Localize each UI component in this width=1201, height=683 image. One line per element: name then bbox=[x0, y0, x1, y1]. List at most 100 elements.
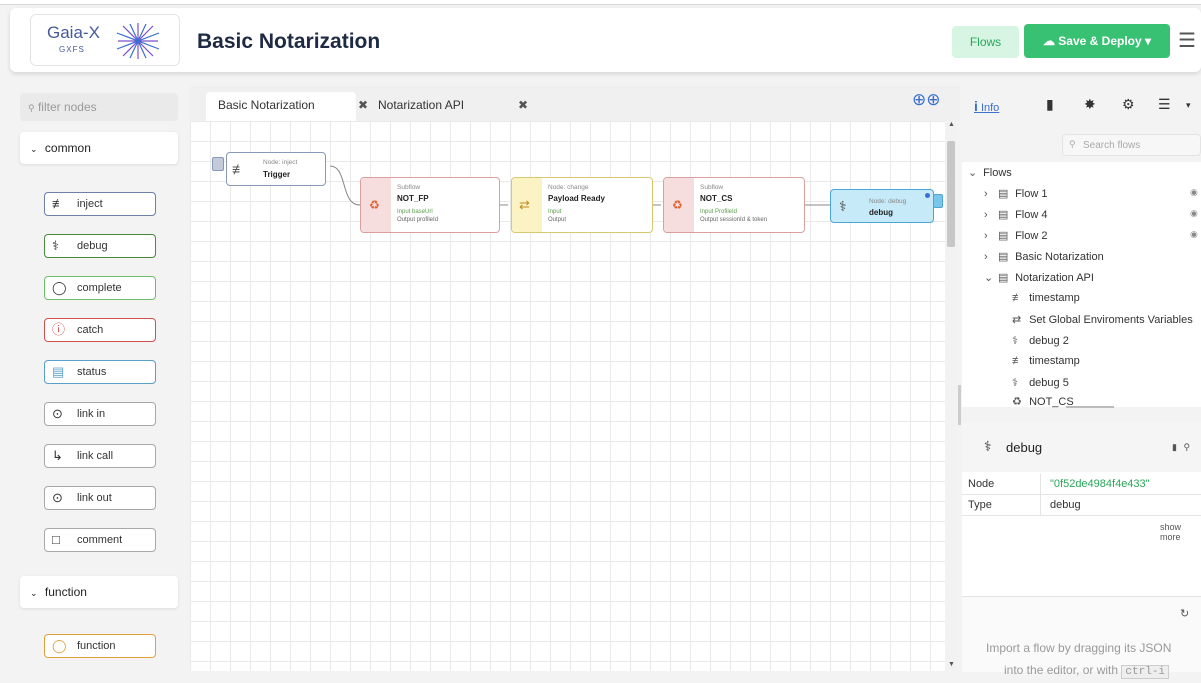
tree-item-flow[interactable]: › ▤ Flow 2 ◉ bbox=[984, 229, 1201, 242]
palette-node-label: comment bbox=[77, 534, 123, 546]
palette-node-label: link out bbox=[77, 492, 112, 504]
inject-icon: ≢ bbox=[52, 196, 65, 211]
inject-icon: ≢ bbox=[1012, 292, 1023, 304]
change-icon: ⇄ bbox=[1012, 314, 1022, 326]
tree-item-flow[interactable]: › ▤ Basic Notarization bbox=[984, 250, 1104, 263]
page-title: Basic Notarization bbox=[197, 30, 381, 53]
gaia-x-logo[interactable]: Gaia-X GXFS bbox=[30, 14, 180, 66]
hidden-eye-icon[interactable]: ◉ bbox=[1190, 208, 1198, 219]
palette-node-inject[interactable]: ≢ inject bbox=[44, 192, 156, 216]
flow-node-not-fp[interactable]: ♻ Subflow NOT_FP Input baseUrl Output pr… bbox=[360, 177, 500, 233]
workspace-tabs: Basic Notarization ✖ Notarization API ✖ … bbox=[190, 86, 960, 121]
node-name: Trigger bbox=[263, 170, 291, 179]
category-function[interactable]: ⌄ function bbox=[20, 576, 178, 608]
palette-node-label: link call bbox=[77, 450, 114, 462]
property-key: Type bbox=[968, 499, 992, 511]
palette-node-function[interactable]: ◯ function bbox=[44, 634, 156, 658]
flow-node-payload-ready[interactable]: ⇄ Node: change Payload Ready Input Outpu… bbox=[511, 177, 653, 233]
tree-child-node[interactable]: ⇄ Set Global Enviroments Variables bbox=[1012, 313, 1193, 326]
book-icon[interactable]: ▮ bbox=[1172, 442, 1177, 452]
flow-node-trigger[interactable]: ≢ Node: inject Trigger bbox=[226, 152, 326, 186]
node-output-label: Output profileId bbox=[397, 217, 439, 223]
flow-list-icon[interactable]: ⊕ bbox=[926, 90, 940, 109]
palette-node-catch[interactable]: ⓘ catch bbox=[44, 318, 156, 342]
palette-node-label: debug bbox=[77, 240, 108, 252]
tab-info[interactable]: i Info bbox=[974, 98, 999, 114]
debug-toggle-button[interactable] bbox=[933, 194, 943, 208]
inject-button[interactable] bbox=[212, 157, 224, 171]
bug-icon[interactable]: ✸ bbox=[1084, 96, 1096, 113]
search-placeholder: Search flows bbox=[1083, 140, 1141, 151]
show-more-link[interactable]: show more bbox=[1160, 522, 1201, 542]
canvas-vertical-scrollbar[interactable]: ▲ ▼ bbox=[945, 121, 957, 671]
node-kind: Node: inject bbox=[263, 159, 298, 166]
node-properties-table: Node "0f52de4984f4e433" Type debug bbox=[962, 474, 1201, 516]
tree-child-node[interactable]: ⚕ debug 2 bbox=[1012, 334, 1069, 347]
search-flows-input[interactable]: ⚲ Search flows bbox=[1062, 134, 1201, 156]
category-common[interactable]: ⌄ common bbox=[20, 132, 178, 164]
filter-nodes-input[interactable]: ⚲ filter nodes bbox=[20, 93, 178, 121]
tree-root-flows[interactable]: ⌄ Flows bbox=[968, 166, 1012, 179]
scroll-thumb[interactable] bbox=[947, 141, 955, 247]
tree-scrollbar[interactable] bbox=[1066, 406, 1114, 408]
hidden-eye-icon[interactable]: ◉ bbox=[1190, 187, 1198, 198]
palette-node-comment[interactable]: □ comment bbox=[44, 528, 156, 552]
sidebar-splitter[interactable] bbox=[958, 385, 961, 425]
flows-tree: ⌄ Flows › ▤ Flow 1 ◉ › ▤ Flow 4 ◉ › ▤ Flow … bbox=[962, 162, 1201, 408]
tab-tools: ⊕⊕ bbox=[912, 90, 941, 110]
tree-child-node[interactable]: ≢ timestamp bbox=[1012, 355, 1080, 367]
tab-basic-notarization[interactable]: Basic Notarization ✖ bbox=[206, 92, 368, 121]
tree-child-label: timestamp bbox=[1029, 355, 1080, 367]
tree-item-flow[interactable]: ⌄ ▤ Notarization API bbox=[984, 271, 1094, 284]
flows-button[interactable]: Flows bbox=[952, 26, 1019, 58]
flow-node-debug[interactable]: ⚕ Node: debug debug bbox=[830, 189, 934, 223]
chevron-right-icon: › bbox=[984, 251, 988, 263]
cloud-upload-icon: ☁ bbox=[1042, 34, 1055, 48]
tree-item-flow[interactable]: › ▤ Flow 1 ◉ bbox=[984, 187, 1201, 200]
subflow-icon: ♻ bbox=[369, 198, 380, 212]
save-deploy-button[interactable]: ☁ Save & Deploy ▾ bbox=[1024, 24, 1170, 58]
node-input-label: Input baseUrl bbox=[397, 209, 433, 215]
node-kind: Subflow bbox=[397, 184, 421, 191]
palette-node-link-call[interactable]: ↳ link call bbox=[44, 444, 156, 468]
node-info-title: debug bbox=[1006, 440, 1043, 455]
scroll-up-icon[interactable]: ▲ bbox=[948, 121, 955, 128]
close-icon[interactable]: ✖ bbox=[518, 98, 528, 112]
palette-node-complete[interactable]: ◯ complete bbox=[44, 276, 156, 300]
palette-node-debug[interactable]: ⚕ debug bbox=[44, 234, 156, 258]
refresh-icon[interactable]: ↻ bbox=[1180, 607, 1189, 620]
chevron-right-icon: › bbox=[984, 209, 988, 221]
tab-notarization-api[interactable]: Notarization API ✖ bbox=[366, 92, 528, 121]
palette-node-status[interactable]: ▤ status bbox=[44, 360, 156, 384]
tree-item-flow[interactable]: › ▤ Flow 4 ◉ bbox=[984, 208, 1201, 221]
add-flow-icon[interactable]: ⊕ bbox=[912, 90, 926, 109]
app-header: Gaia-X GXFS Basic Notarization Flows ☁ S… bbox=[10, 8, 1201, 72]
logo-star-icon bbox=[116, 23, 160, 59]
flow-icon: ▤ bbox=[998, 209, 1009, 221]
chevron-down-icon[interactable]: ▾ bbox=[1186, 100, 1191, 111]
search-icon: ⚲ bbox=[28, 103, 35, 113]
search-icon[interactable]: ⚲ bbox=[1183, 442, 1190, 452]
scroll-down-icon[interactable]: ▼ bbox=[948, 661, 955, 668]
window-top-border bbox=[0, 0, 1201, 5]
flow-node-not-cs[interactable]: ♻ Subflow NOT_CS Input ProfileId Output … bbox=[663, 177, 805, 233]
tree-child-node[interactable]: ≢ timestamp bbox=[1012, 292, 1080, 304]
palette-node-label: link in bbox=[77, 408, 106, 420]
hidden-eye-icon[interactable]: ◉ bbox=[1190, 229, 1198, 240]
database-icon[interactable]: ☰ bbox=[1158, 96, 1171, 113]
flow-canvas[interactable]: ≢ Node: inject Trigger ♻ Subflow NOT_FP … bbox=[190, 121, 945, 671]
tree-child-node[interactable]: ⚕ debug 5 bbox=[1012, 376, 1069, 389]
node-info-panel: ⚕ debug ▮ ⚲ Node "0f52de4984f4e433" Type… bbox=[962, 422, 1201, 679]
info-icon: i bbox=[974, 98, 978, 114]
hamburger-icon[interactable]: ☰ bbox=[1178, 28, 1196, 53]
book-icon[interactable]: ▮ bbox=[1046, 96, 1054, 113]
gear-icon[interactable]: ⚙ bbox=[1122, 96, 1135, 113]
tree-child-node[interactable]: ♻ NOT_CS bbox=[1012, 395, 1074, 408]
tab-info-label: Info bbox=[980, 102, 1000, 114]
palette-node-label: status bbox=[77, 366, 107, 378]
complete-icon: ◯ bbox=[52, 280, 67, 295]
chevron-down-icon[interactable]: ▾ bbox=[1145, 34, 1151, 48]
palette-node-link-out[interactable]: ⊙ link out bbox=[44, 486, 156, 510]
palette-node-link-in[interactable]: ⊙ link in bbox=[44, 402, 156, 426]
wire bbox=[329, 165, 361, 206]
